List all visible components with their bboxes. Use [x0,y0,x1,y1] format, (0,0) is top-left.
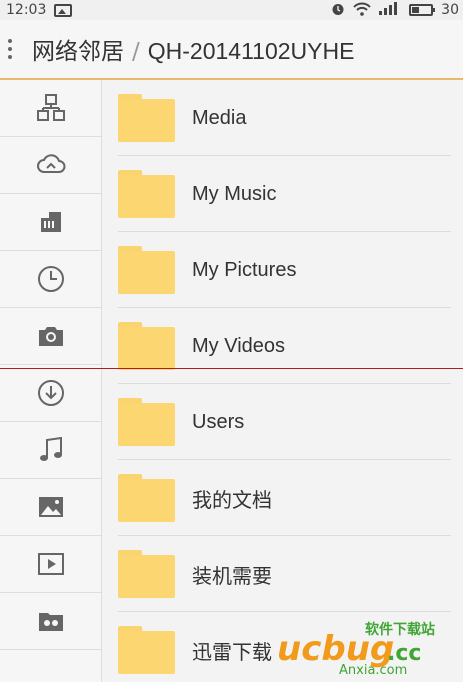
folder-row[interactable]: My Pictures [102,232,463,308]
svg-text:软件下载站: 软件下载站 [365,621,435,638]
alarm-icon [331,2,345,19]
folder-row[interactable]: Users [102,384,463,460]
folder-name: My Pictures [192,258,297,281]
folder-icon [118,322,175,370]
breadcrumb-current: QH-20141102UYHE [147,38,355,64]
status-icons: 30 [331,2,459,19]
status-bar: 12:03 30 [0,0,463,20]
sidebar-item-network[interactable] [0,80,101,137]
folder-name: My Videos [192,334,286,357]
folder-row[interactable]: 我的文档 [102,460,463,536]
sidebar-item-archives[interactable] [0,593,101,650]
folder-icon [118,550,175,598]
wifi-icon [353,2,371,19]
video-icon [37,553,64,575]
sidebar-item-camera[interactable] [0,308,101,365]
sidebar-item-cloud[interactable] [0,137,101,194]
drawer-handle-icon[interactable] [8,37,22,61]
sidebar-item-images[interactable] [0,479,101,536]
folder-name: 我的文档 [192,487,272,512]
storage-icon [40,212,61,232]
sidebar-item-music[interactable] [0,422,101,479]
status-time: 12:03 [6,2,47,18]
sidebar-item-downloads[interactable] [0,365,101,422]
camera-icon [38,327,63,346]
image-notification-icon [54,3,73,17]
folder-box-icon [38,613,63,631]
sidebar-item-videos[interactable] [0,536,101,593]
breadcrumb-separator: / [132,39,140,65]
breadcrumb-parent[interactable]: 网络邻居 [32,39,124,65]
title-bar: 网络邻居 / QH-20141102UYHE [0,20,463,80]
sidebar-item-storage[interactable] [0,194,101,251]
sidebar-item-recent[interactable] [0,251,101,308]
folder-icon [118,626,175,674]
signal-icon [379,2,401,18]
clock-icon [37,266,64,292]
folder-name: Users [192,410,245,433]
folder-icon [118,246,175,294]
folder-row[interactable]: My Videos [102,308,463,384]
sidebar [0,80,102,682]
folder-row[interactable]: My Music [102,156,463,232]
folder-name: Media [192,106,247,129]
network-icon [36,94,65,121]
battery-icon [409,4,436,16]
guide-line [0,368,463,369]
folder-row[interactable]: 装机需要 [102,536,463,612]
folder-row[interactable]: Media [102,80,463,156]
folder-icon [118,474,175,522]
folder-name: My Music [192,182,277,205]
download-icon [37,380,64,406]
folder-icon [118,170,175,218]
folder-name: 迅雷下载 [192,639,272,664]
breadcrumb: 网络邻居 / QH-20141102UYHE [32,32,354,66]
music-icon [39,436,62,461]
folder-name: 装机需要 [192,563,272,588]
folder-icon [118,94,175,142]
image-icon [38,497,63,517]
file-list: Media My Music My Pictures My Videos Use… [102,80,463,682]
battery-level: 30 [441,2,459,18]
folder-icon [118,398,175,446]
svg-text:Anxia.com: Anxia.com [339,663,407,676]
cloud-icon [36,154,65,173]
site-watermark-logo: ucbug .cc 软件下载站 Anxia.com [277,621,435,676]
